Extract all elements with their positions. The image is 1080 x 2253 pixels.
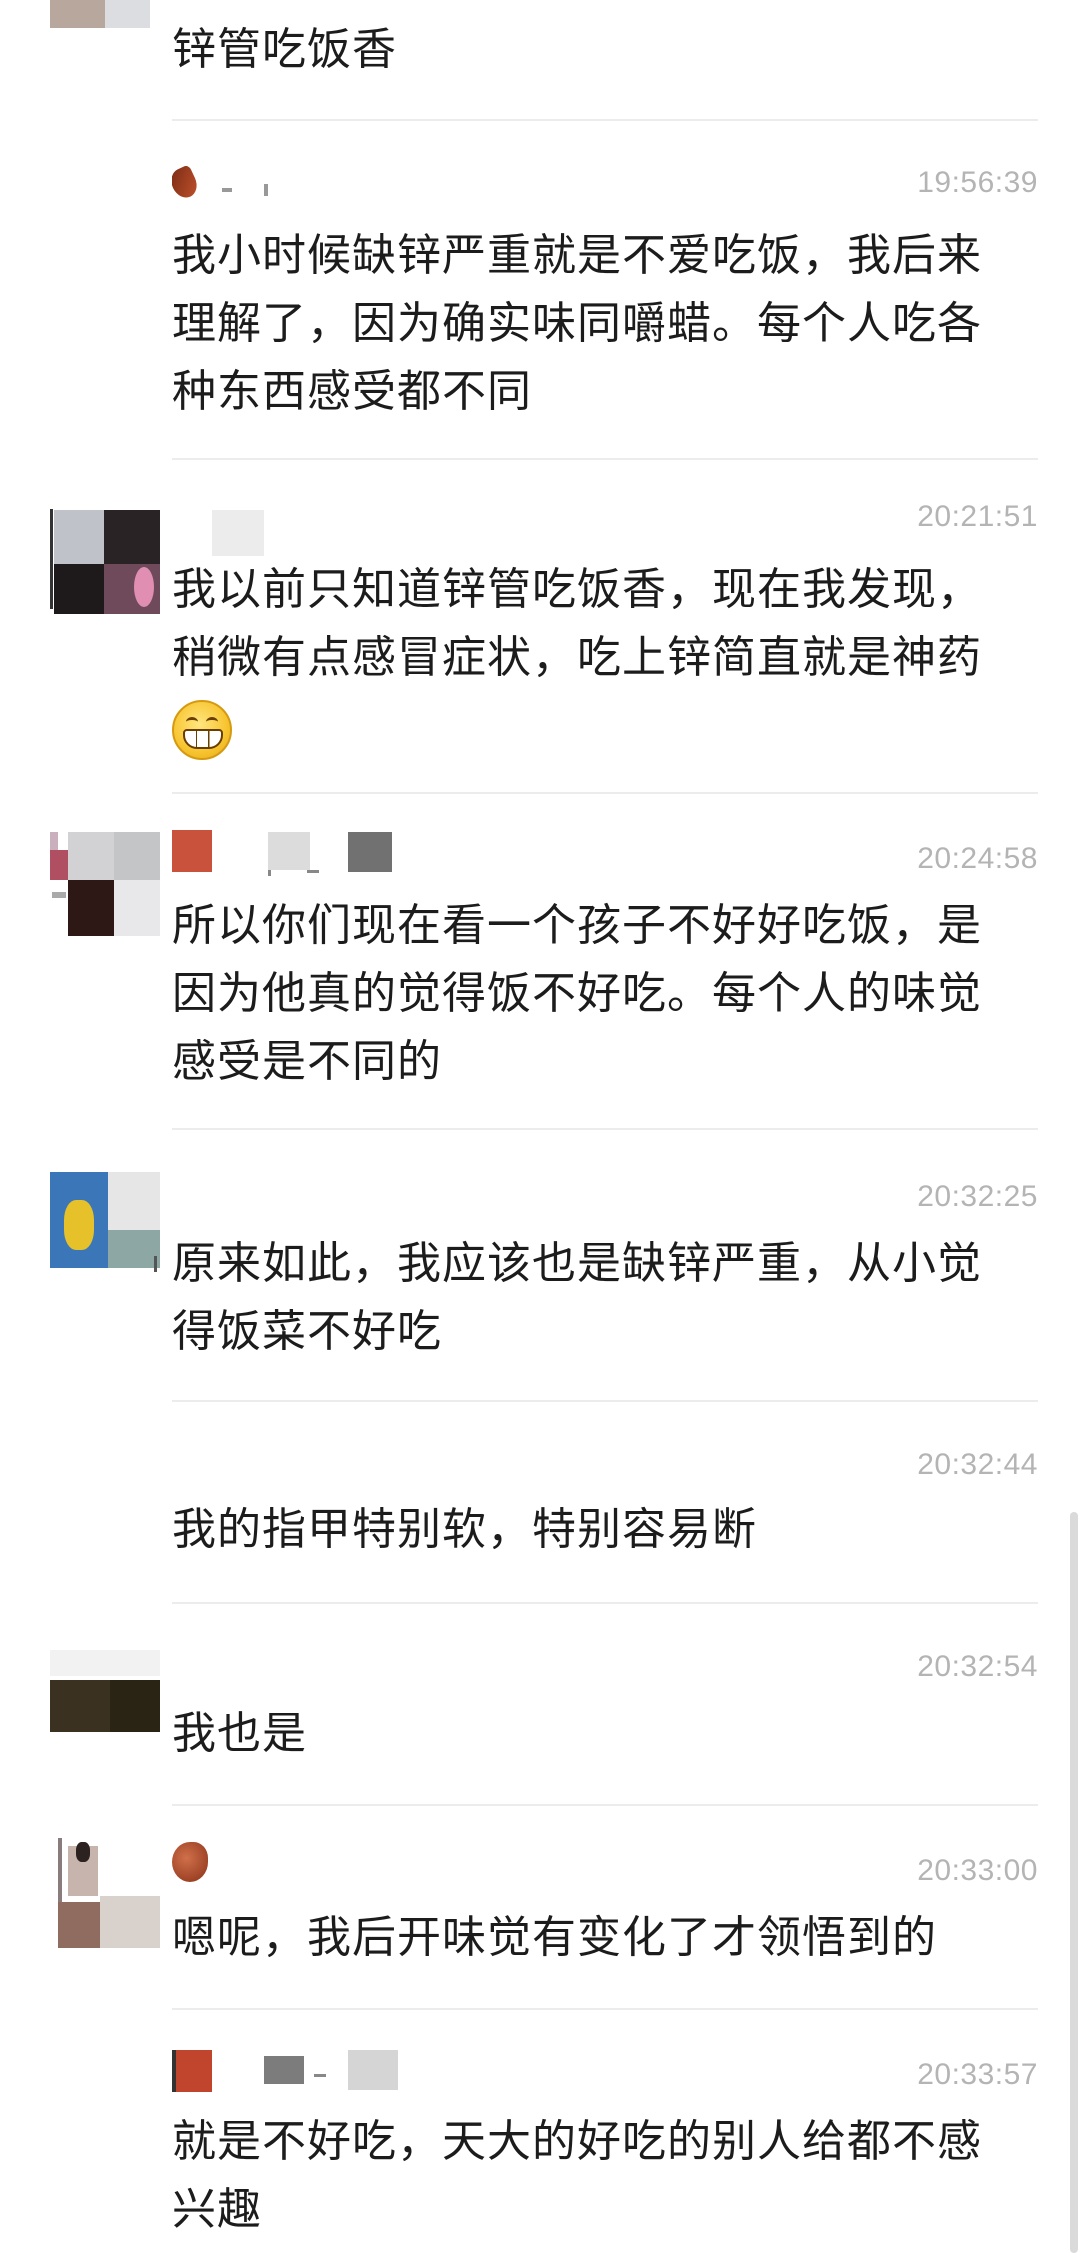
- comment-timestamp: 20:21:51: [917, 500, 1038, 533]
- separator: [172, 1602, 1038, 1604]
- comment-timestamp: 20:33:00: [917, 1854, 1038, 1887]
- comment-timestamp: 20:32:54: [917, 1650, 1038, 1683]
- comment-timestamp: 20:33:57: [917, 2058, 1038, 2091]
- nickname-redacted: [172, 1840, 232, 1886]
- nickname-redacted: [172, 2050, 502, 2096]
- separator: [172, 792, 1038, 794]
- comment-text: 我以前只知道锌管吃饭香，现在我发现，稍微有点感冒症状，吃上锌简直就是神药: [172, 556, 1012, 760]
- comment-text: 我的指甲特别软，特别容易断: [172, 1504, 757, 1555]
- nickname-redacted: [172, 166, 392, 212]
- separator: [172, 1804, 1038, 1806]
- comment-text: 我也是: [172, 1708, 307, 1759]
- separator: [172, 2008, 1038, 2010]
- separator: [172, 1400, 1038, 1402]
- avatar[interactable]: [50, 830, 160, 942]
- comment-text: 原来如此，我应该也是缺锌严重，从小觉得饭菜不好吃: [172, 1238, 982, 1357]
- nickname-redacted: [172, 830, 502, 876]
- comment-text: 就是不好吃，天大的好吃的别人给都不感兴趣: [172, 2116, 982, 2235]
- avatar[interactable]: [50, 1836, 160, 1956]
- scrollbar[interactable]: [1070, 1512, 1078, 2253]
- comment-timestamp: 20:24:58: [917, 842, 1038, 875]
- separator: [172, 1128, 1038, 1130]
- avatar[interactable]: [50, 505, 160, 615]
- comment-timestamp: 19:56:39: [917, 166, 1038, 199]
- comment-text: 我小时候缺锌严重就是不爱吃饭，我后来理解了，因为确实味同嚼蜡。每个人吃各种东西感…: [172, 230, 982, 417]
- separator: [172, 119, 1038, 121]
- nickname-redacted: [172, 510, 292, 556]
- comment-text: 锌管吃饭香: [172, 24, 397, 75]
- avatar[interactable]: [50, 0, 160, 28]
- comment-text: 所以你们现在看一个孩子不好好吃饭，是因为他真的觉得饭不好吃。每个人的味觉感受是不…: [172, 900, 982, 1087]
- separator: [172, 458, 1038, 460]
- comment-body: 我以前只知道锌管吃饭香，现在我发现，稍微有点感冒症状，吃上锌简直就是神药: [172, 564, 982, 683]
- comment-timestamp: 20:32:44: [917, 1448, 1038, 1481]
- avatar[interactable]: [50, 1170, 160, 1280]
- avatar[interactable]: [50, 1630, 160, 1740]
- grin-emoji: [172, 700, 232, 760]
- comment-text: 嗯呢，我后开味觉有变化了才领悟到的: [172, 1912, 937, 1963]
- comment-timestamp: 20:32:25: [917, 1180, 1038, 1213]
